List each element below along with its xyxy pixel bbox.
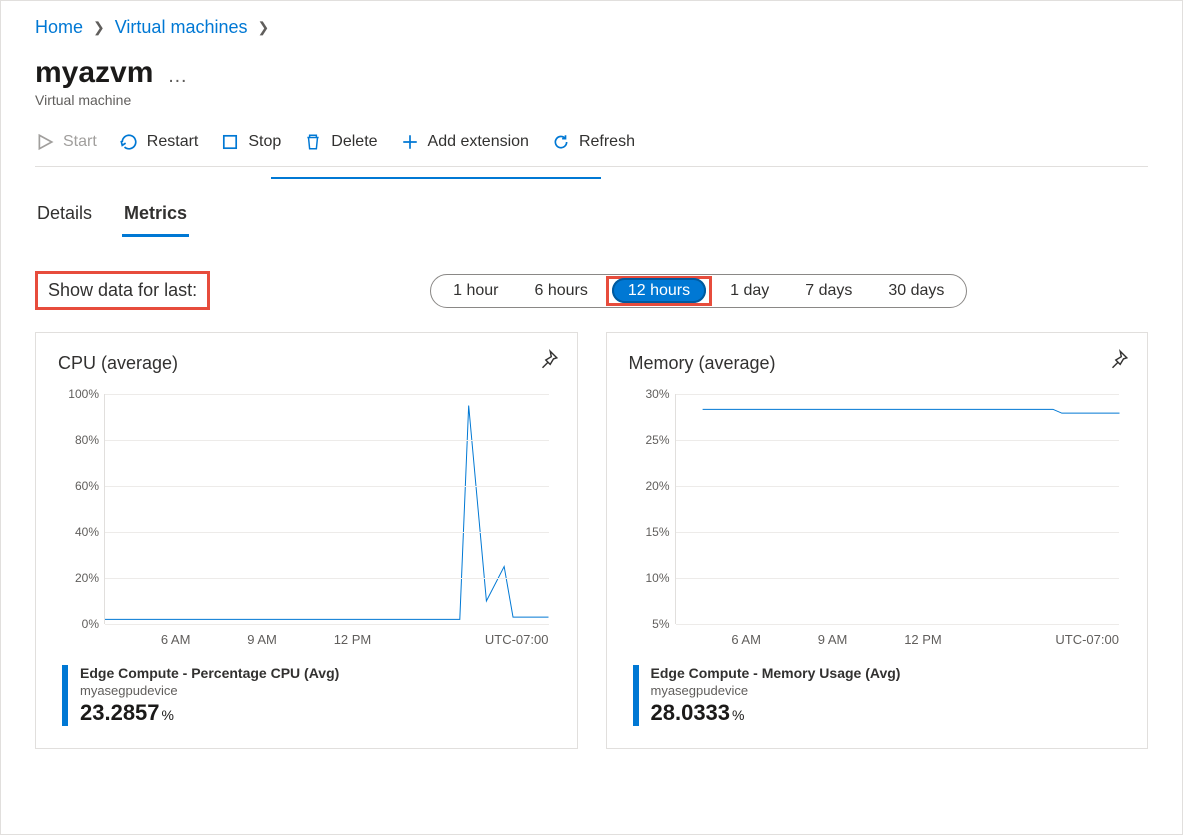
play-icon	[35, 132, 55, 152]
time-filter-label: Show data for last:	[35, 271, 210, 310]
chevron-right-icon: ❯	[93, 19, 105, 36]
time-option-12h[interactable]: 12 hours	[612, 278, 706, 303]
progress-indicator	[271, 177, 601, 179]
pin-icon	[1107, 349, 1129, 371]
plus-icon	[400, 132, 420, 152]
more-actions-button[interactable]: …	[167, 59, 189, 88]
cpu-legend-value: 23.2857%	[80, 700, 339, 726]
time-range-selector: 1 hour 6 hours 12 hours 1 day 7 days 30 …	[430, 274, 967, 308]
memory-legend-subtitle: myasegpudevice	[651, 683, 901, 698]
memory-legend-title: Edge Compute - Memory Usage (Avg)	[651, 665, 901, 681]
legend-color-swatch	[633, 665, 639, 726]
memory-metric-card: Memory (average) 30%25%20%15%10%5% 6 AM9…	[606, 332, 1149, 749]
delete-button[interactable]: Delete	[303, 132, 377, 152]
time-filter-row: Show data for last: 1 hour 6 hours 12 ho…	[35, 271, 1148, 310]
memory-xaxis: 6 AM9 AM12 PMUTC-07:00	[675, 632, 1120, 647]
time-option-30d[interactable]: 30 days	[872, 278, 960, 304]
refresh-icon	[551, 132, 571, 152]
breadcrumb-home[interactable]: Home	[35, 17, 83, 38]
cpu-legend-subtitle: myasegpudevice	[80, 683, 339, 698]
memory-chart: 30%25%20%15%10%5%	[675, 394, 1120, 624]
refresh-button[interactable]: Refresh	[551, 132, 635, 152]
start-button: Start	[35, 132, 97, 152]
cpu-metric-card: CPU (average) 100%80%60%40%20%0% 6 AM9 A…	[35, 332, 578, 749]
memory-legend: Edge Compute - Memory Usage (Avg) myaseg…	[633, 665, 1126, 726]
cpu-chart: 100%80%60%40%20%0%	[104, 394, 549, 624]
memory-card-title: Memory (average)	[629, 353, 1126, 374]
stop-icon	[220, 132, 240, 152]
stop-button[interactable]: Stop	[220, 132, 281, 152]
pin-button[interactable]	[537, 349, 559, 371]
breadcrumb-virtual-machines[interactable]: Virtual machines	[115, 17, 248, 38]
cpu-legend: Edge Compute - Percentage CPU (Avg) myas…	[62, 665, 555, 726]
tab-metrics[interactable]: Metrics	[122, 193, 189, 237]
chevron-right-icon: ❯	[257, 19, 269, 36]
time-option-1h[interactable]: 1 hour	[437, 278, 514, 304]
memory-legend-value: 28.0333%	[651, 700, 901, 726]
resource-type-label: Virtual machine	[35, 92, 1148, 108]
tab-bar: Details Metrics	[35, 177, 1148, 237]
pin-icon	[537, 349, 559, 371]
cpu-legend-title: Edge Compute - Percentage CPU (Avg)	[80, 665, 339, 681]
cpu-xaxis: 6 AM9 AM12 PMUTC-07:00	[104, 632, 549, 647]
time-option-6h[interactable]: 6 hours	[518, 278, 603, 304]
tab-details[interactable]: Details	[35, 193, 94, 237]
page-title: myazvm	[35, 56, 153, 90]
legend-color-swatch	[62, 665, 68, 726]
breadcrumb: Home ❯ Virtual machines ❯	[35, 17, 1148, 38]
restart-icon	[119, 132, 139, 152]
restart-button[interactable]: Restart	[119, 132, 199, 152]
trash-icon	[303, 132, 323, 152]
cpu-card-title: CPU (average)	[58, 353, 555, 374]
time-option-1d[interactable]: 1 day	[714, 278, 785, 304]
command-bar: Start Restart Stop Delete Add extension …	[35, 126, 1148, 167]
add-extension-button[interactable]: Add extension	[400, 132, 529, 152]
pin-button[interactable]	[1107, 349, 1129, 371]
time-option-7d[interactable]: 7 days	[789, 278, 868, 304]
